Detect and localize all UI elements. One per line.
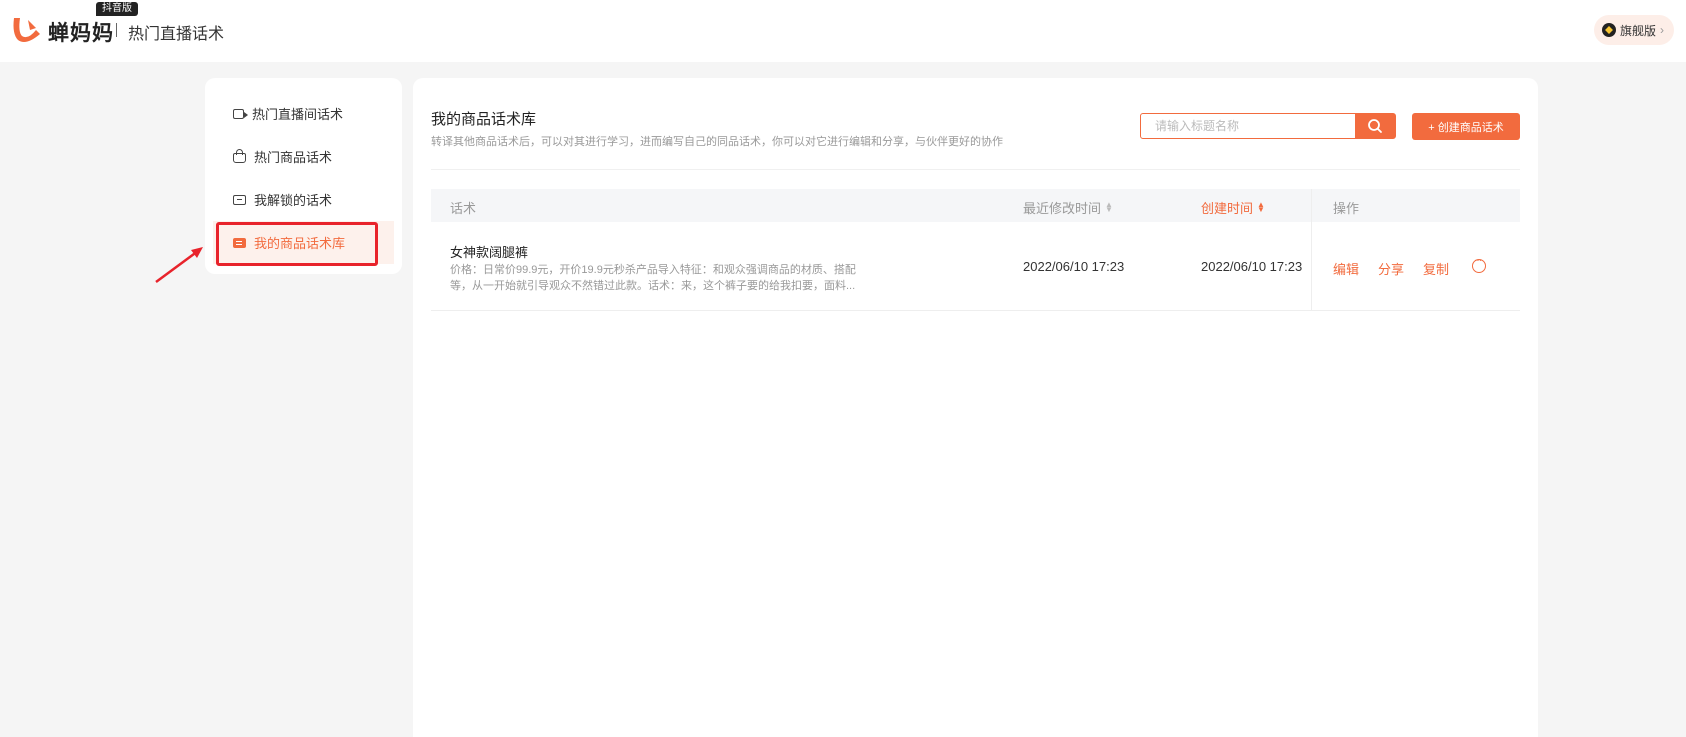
chevron-right-icon: › — [1660, 23, 1664, 37]
note-icon — [233, 237, 246, 248]
share-button[interactable]: 分享 — [1378, 259, 1404, 278]
divider — [431, 169, 1520, 170]
row-title[interactable]: 女神款阔腿裤 — [450, 242, 528, 261]
logo-icon[interactable] — [10, 14, 44, 46]
column-header-modified[interactable]: 最近修改时间 ▲ ▼ — [1023, 198, 1113, 217]
row-created-time: 2022/06/10 17:23 — [1201, 259, 1303, 274]
copy-button[interactable]: 复制 — [1423, 259, 1449, 278]
sidebar: 热门直播间话术 热门商品话术 我解锁的话术 我的商品话术库 — [205, 78, 402, 274]
sidebar-item-unlocked-scripts[interactable]: 我解锁的话术 — [205, 178, 402, 221]
sort-desc-icon: ▲ ▼ — [1257, 200, 1265, 214]
sidebar-item-hot-product-scripts[interactable]: 热门商品话术 — [205, 135, 402, 178]
gem-icon — [1601, 23, 1616, 37]
product-name: 热门直播话术 — [128, 26, 225, 43]
scripts-table: 话术 最近修改时间 ▲ ▼ 创建时间 ▲ ▼ 操作 女神款阔腿裤 价格：日常价99.9元… — [431, 189, 1520, 311]
video-icon — [233, 108, 248, 119]
header-divider — [116, 23, 117, 37]
search-icon — [1368, 119, 1382, 133]
page-description: 转译其他商品话术后，可以对其进行学习，进而编写自己的同品话术，你可以对它进行编辑… — [431, 136, 1003, 148]
row-modified-time: 2022/06/10 17:23 — [1023, 259, 1125, 274]
create-product-script-button[interactable]: + 创建商品话术 — [1412, 113, 1520, 140]
more-options-icon[interactable] — [1472, 255, 1486, 273]
page-title: 我的商品话术库 — [431, 111, 537, 128]
sidebar-item-label: 热门商品话术 — [254, 150, 333, 165]
search-button[interactable] — [1355, 114, 1395, 138]
column-header-actions: 操作 — [1333, 201, 1360, 216]
edition-tag: 抖音版 — [96, 2, 138, 16]
top-header: 蝉妈妈 抖音版 热门直播话术 旗舰版 › — [0, 0, 1686, 62]
column-header-label: 最近修改时间 — [1023, 201, 1102, 216]
sidebar-item-my-product-library[interactable]: 我的商品话术库 — [213, 221, 394, 264]
sort-icon: ▲ ▼ — [1105, 200, 1113, 214]
brand-name[interactable]: 蝉妈妈 — [48, 17, 114, 47]
search-box — [1140, 113, 1396, 139]
table-row: 女神款阔腿裤 价格：日常价99.9元，开价19.9元秒杀产品导入特征：和观众强调… — [431, 222, 1520, 311]
main-panel: 我的商品话术库 转译其他商品话术后，可以对其进行学习，进而编写自己的同品话术，你… — [413, 78, 1538, 737]
sidebar-item-label: 我解锁的话术 — [254, 193, 333, 208]
row-description: 价格：日常价99.9元，开价19.9元秒杀产品导入特征：和观众强调商品的材质、搭… — [450, 264, 856, 292]
search-input[interactable] — [1141, 114, 1355, 138]
flagship-label: 旗舰版 — [1619, 23, 1656, 38]
column-header-created[interactable]: 创建时间 ▲ ▼ — [1201, 198, 1265, 217]
table-header: 话术 最近修改时间 ▲ ▼ 创建时间 ▲ ▼ 操作 — [431, 189, 1520, 222]
column-header-script: 话术 — [450, 201, 477, 216]
arrow-annotation-icon — [155, 247, 203, 284]
column-header-label: 创建时间 — [1201, 201, 1254, 216]
chat-icon — [233, 194, 246, 205]
edit-button[interactable]: 编辑 — [1333, 259, 1359, 278]
sidebar-item-label: 热门直播间话术 — [252, 107, 344, 122]
sidebar-item-label: 我的商品话术库 — [254, 236, 346, 251]
bag-icon — [233, 148, 246, 163]
flagship-button[interactable]: 旗舰版 › — [1593, 15, 1674, 45]
sidebar-item-hot-live-scripts[interactable]: 热门直播间话术 — [205, 92, 402, 135]
